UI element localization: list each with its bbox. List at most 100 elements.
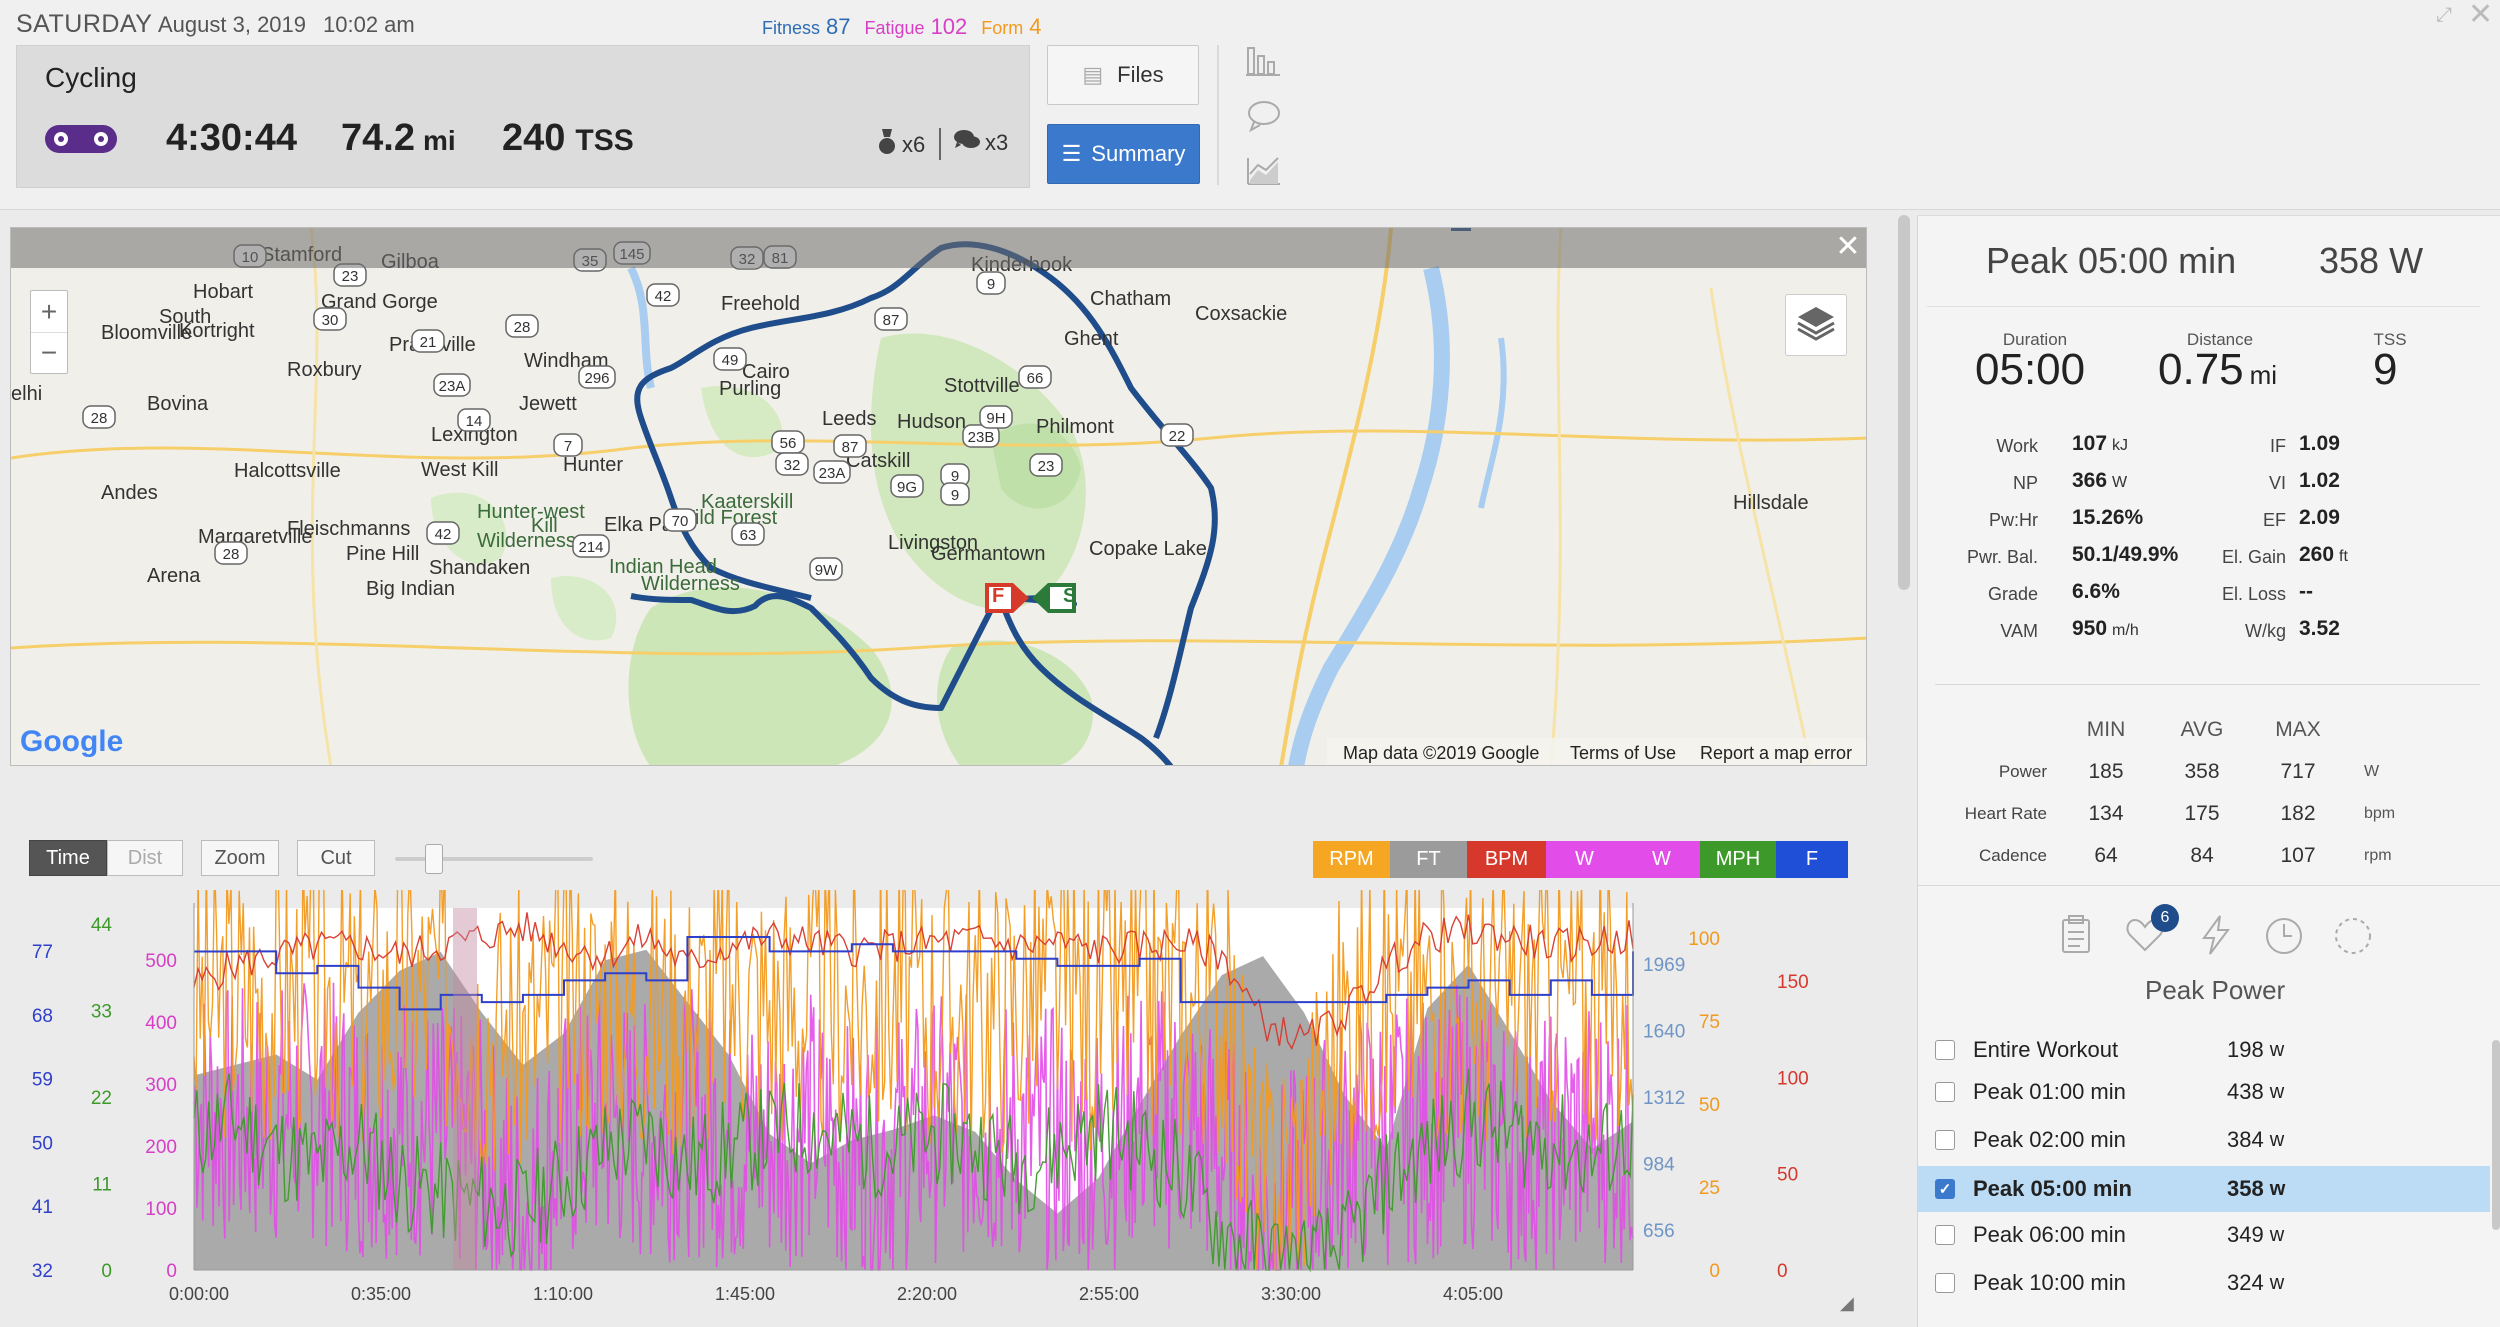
fatigue-value: 102 bbox=[930, 14, 968, 39]
comment-icon[interactable] bbox=[1244, 96, 1284, 136]
svg-text:23B: 23B bbox=[968, 429, 995, 446]
expand-icon[interactable]: ⤢ bbox=[2436, 4, 2458, 26]
route-map[interactable]: StamfordGilboaKinderhookHobartGrand Gorg… bbox=[10, 227, 1867, 766]
stat-label: W/kg bbox=[2244, 621, 2286, 641]
stat-value-number: 3.52 bbox=[2299, 617, 2340, 640]
series-toggle-bpm[interactable]: BPM bbox=[1467, 841, 1546, 878]
peak-checkbox[interactable] bbox=[1935, 1273, 1955, 1293]
peak-name: Peak 06:00 min bbox=[1973, 1222, 2126, 1247]
svg-text:28: 28 bbox=[514, 319, 531, 336]
peak-row[interactable]: ✓ Peak 05:00 min 358 w bbox=[1917, 1166, 2490, 1212]
stat-value: 2.09 bbox=[2299, 506, 2340, 530]
files-button[interactable]: ▤ Files bbox=[1047, 45, 1199, 105]
svg-text:296: 296 bbox=[584, 370, 609, 387]
zoom-in-button[interactable]: + bbox=[31, 291, 67, 332]
map-place-label: Ghent bbox=[1064, 328, 1119, 350]
workout-chart[interactable]: 0:00:00 0:35:00 1:10:00 1:45:00 2:20:00 2:55:… bbox=[0, 845, 1880, 1327]
smoothing-slider-handle[interactable] bbox=[425, 844, 443, 874]
svg-text:70: 70 bbox=[672, 513, 689, 530]
map-close-button[interactable]: ✕ bbox=[1832, 230, 1864, 264]
peak-row[interactable]: Entire Workout 198 w bbox=[1917, 1027, 2490, 1073]
peak-row[interactable]: Peak 10:00 min 324 w bbox=[1917, 1260, 2490, 1306]
heart-badge: 6 bbox=[2151, 904, 2179, 932]
peak-checkbox[interactable]: ✓ bbox=[1935, 1179, 1955, 1199]
svg-text:42: 42 bbox=[435, 526, 452, 543]
map-place-label: Hillsdale bbox=[1733, 492, 1809, 514]
route-shield: 49 bbox=[713, 347, 747, 371]
bar-chart-icon[interactable] bbox=[1244, 40, 1284, 80]
distance-toggle[interactable]: Dist bbox=[107, 840, 183, 876]
page-scrollbar[interactable] bbox=[1898, 215, 1910, 590]
lightning-icon[interactable] bbox=[2194, 912, 2238, 956]
series-toggle-mph[interactable]: MPH bbox=[1700, 841, 1776, 878]
dashed-circle-icon[interactable] bbox=[2331, 914, 2375, 958]
y-tick-watts: 300 bbox=[145, 1075, 177, 1096]
svg-text:28: 28 bbox=[223, 546, 240, 563]
terms-of-use-link[interactable]: Terms of Use bbox=[1570, 743, 1676, 764]
route-shield: 56 bbox=[771, 430, 805, 454]
close-icon[interactable]: ✕ bbox=[2468, 0, 2496, 30]
stat-label: VI bbox=[2268, 473, 2286, 493]
workout-type: Cycling bbox=[45, 62, 137, 93]
comments-count[interactable]: x3 bbox=[953, 128, 1008, 157]
y-tick-elevation_ft: 1640 bbox=[1643, 1022, 1685, 1043]
peak-value: 358 bbox=[2227, 1176, 2264, 1201]
route-shield: 23A bbox=[813, 460, 851, 484]
cut-button[interactable]: Cut bbox=[297, 840, 375, 876]
peak-name: Peak 10:00 min bbox=[1973, 1270, 2126, 1295]
stat-label: Grade bbox=[1987, 584, 2038, 604]
peak-checkbox[interactable] bbox=[1935, 1082, 1955, 1102]
trend-chart-icon[interactable] bbox=[1244, 150, 1284, 190]
start-marker-label: S bbox=[1063, 585, 1077, 607]
peaks-scrollbar[interactable] bbox=[2492, 1040, 2500, 1230]
x-tick-label: 1:10:00 bbox=[533, 1284, 593, 1304]
y-tick-mph: 22 bbox=[91, 1088, 112, 1109]
peak-row[interactable]: Peak 06:00 min 349 w bbox=[1917, 1212, 2490, 1258]
minmax-avg: 358 bbox=[2184, 760, 2220, 783]
map-place-label: Leeds bbox=[822, 408, 877, 430]
x-tick-label: 3:30:00 bbox=[1261, 1284, 1321, 1304]
zoom-button[interactable]: Zoom bbox=[201, 840, 279, 876]
peak-unit: w bbox=[2269, 1080, 2285, 1103]
peak-value: 198 bbox=[2227, 1037, 2264, 1062]
peak-checkbox[interactable] bbox=[1935, 1225, 1955, 1245]
peak-unit: w bbox=[2269, 1038, 2285, 1061]
map-place-label: Hudson bbox=[897, 411, 966, 433]
zoom-out-button[interactable]: − bbox=[31, 332, 67, 373]
y-tick-bpm: 150 bbox=[1777, 972, 1809, 993]
layers-button[interactable] bbox=[1785, 294, 1847, 356]
badges-count[interactable]: x6 bbox=[876, 128, 925, 161]
clipboard-icon[interactable] bbox=[2054, 912, 2098, 956]
y-tick-mph: 11 bbox=[92, 1175, 112, 1196]
report-map-error-link[interactable]: Report a map error bbox=[1700, 743, 1855, 764]
y-tick-speed_f: 32 bbox=[32, 1261, 53, 1282]
y-tick-elevation_ft: 984 bbox=[1643, 1155, 1675, 1176]
series-toggle-rpm[interactable]: RPM bbox=[1313, 841, 1390, 878]
selected-range[interactable] bbox=[453, 908, 477, 1270]
map-place-label: Halcottsville bbox=[234, 460, 341, 482]
map-place-label: Pine Hill bbox=[346, 543, 419, 565]
series-toggle-w[interactable]: W bbox=[1623, 841, 1700, 878]
minmax-max: 717 bbox=[2280, 760, 2316, 783]
section-title: Peak Power bbox=[2145, 975, 2286, 1005]
resize-handle-icon[interactable]: ◢ bbox=[1840, 1293, 1854, 1314]
series-toggle-ft[interactable]: FT bbox=[1390, 841, 1467, 878]
series-toggle-f[interactable]: F bbox=[1776, 841, 1848, 878]
stat-label: EF bbox=[2262, 510, 2286, 530]
clock-icon[interactable] bbox=[2262, 914, 2306, 958]
y-tick-watts: 400 bbox=[145, 1013, 177, 1034]
minmax-max: 107 bbox=[2280, 844, 2316, 867]
peak-name: Peak 02:00 min bbox=[1973, 1127, 2126, 1152]
peak-checkbox[interactable] bbox=[1935, 1130, 1955, 1150]
fitness-label: Fitness bbox=[762, 18, 821, 38]
y-tick-watts: 500 bbox=[145, 951, 177, 972]
peak-row[interactable]: Peak 01:00 min 438 w bbox=[1917, 1069, 2490, 1115]
series-toggle-w[interactable]: W bbox=[1546, 841, 1623, 878]
time-toggle[interactable]: Time bbox=[29, 840, 107, 876]
peak-value: 358 W bbox=[2319, 240, 2424, 281]
minmax-avg: 84 bbox=[2190, 844, 2214, 867]
summary-button[interactable]: ☰ Summary bbox=[1047, 124, 1200, 184]
peak-row[interactable]: Peak 02:00 min 384 w bbox=[1917, 1117, 2490, 1163]
workout-tss: 240 TSS bbox=[502, 117, 634, 160]
peak-checkbox[interactable] bbox=[1935, 1040, 1955, 1060]
